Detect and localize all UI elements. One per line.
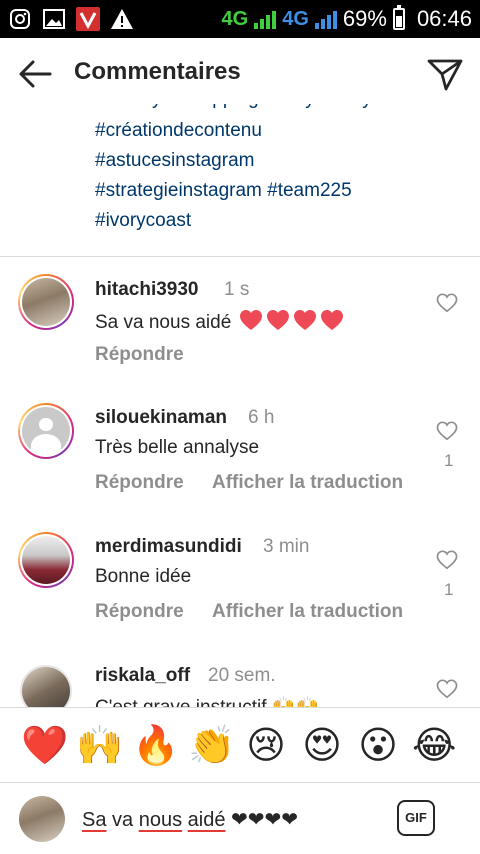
like-count[interactable]: 1: [444, 451, 453, 471]
status-bar-system: 4G 4G 69% 06:46: [222, 0, 472, 38]
warning-icon: [110, 7, 134, 31]
reply-button[interactable]: Répondre: [95, 601, 184, 623]
avatar[interactable]: [18, 274, 74, 330]
emoji-crying-button[interactable]: 😢: [244, 724, 288, 768]
spellcheck-word: nous: [138, 809, 183, 831]
comment-text: C'est grave instructif 🙌🙌: [95, 695, 319, 707]
emoji-clapping-button[interactable]: 👏: [188, 724, 235, 768]
battery-percent: 69%: [342, 6, 387, 31]
share-button[interactable]: [426, 56, 464, 92]
avatar-photo: [22, 536, 70, 584]
avatar[interactable]: [18, 532, 74, 588]
hashtag[interactable]: #astucesinstagram: [95, 146, 465, 176]
spellcheck-word: Sa: [82, 809, 107, 831]
avatar-photo: [22, 667, 70, 707]
like-heart-icon[interactable]: [436, 550, 458, 570]
red-heart-emoji-icon: [293, 310, 316, 330]
comment-time: 3 min: [263, 536, 310, 557]
comment-username[interactable]: hitachi3930: [95, 279, 199, 301]
emoji-raising-hands-button[interactable]: 🙌: [76, 724, 123, 768]
network-type-1: 4G: [221, 7, 249, 30]
comment-input[interactable]: Sa va nous aidé ❤❤❤❤: [82, 807, 298, 832]
gallery-icon: [42, 7, 66, 31]
hashtag-line[interactable]: #strategieinstagram #team225: [95, 176, 465, 206]
comments-header: Commentaires: [0, 38, 480, 110]
reply-button[interactable]: Répondre: [95, 344, 184, 366]
emoji-red-heart-button[interactable]: ❤️: [21, 724, 68, 768]
comment-text: Sa va nous aidé: [95, 309, 345, 334]
reply-button[interactable]: Répondre: [95, 472, 184, 494]
signal-bars-1-icon: [254, 9, 277, 29]
comment-input-bar: Sa va nous aidé ❤❤❤❤ GIF: [0, 783, 480, 854]
like-heart-icon[interactable]: [436, 293, 458, 313]
clock: 06:46: [416, 6, 472, 31]
comment-text: Bonne idée: [95, 566, 192, 587]
network-type-2: 4G: [282, 7, 309, 30]
page-title: Commentaires: [74, 58, 241, 85]
hashtag[interactable]: #créationdecontenu: [95, 116, 465, 146]
paper-plane-icon: [427, 59, 463, 91]
red-heart-emoji-icon: [266, 310, 289, 330]
input-hearts: ❤❤❤❤: [231, 809, 299, 831]
comment-time: 6 h: [248, 407, 275, 428]
translate-button[interactable]: Afficher la traduction: [212, 472, 403, 494]
status-bar-notifications: [8, 6, 134, 32]
arrow-left-icon: [19, 60, 52, 88]
avatar-photo: [22, 278, 70, 326]
instagram-icon: [8, 7, 32, 31]
emoji-surprised-button[interactable]: 😮: [356, 724, 400, 768]
red-heart-emoji-icon: [239, 310, 262, 330]
battery-icon: [392, 5, 405, 30]
avatar[interactable]: [20, 665, 72, 707]
spellcheck-word: aidé: [187, 809, 226, 831]
current-user-avatar: [19, 796, 65, 842]
red-heart-emoji-icon: [320, 310, 343, 330]
comment-time: 1 s: [224, 279, 250, 300]
like-heart-icon[interactable]: [436, 421, 458, 441]
post-caption: #tokenyavocopping #ivoryfactory #créatio…: [95, 104, 465, 250]
like-heart-icon[interactable]: [436, 679, 458, 699]
emoji-fire-button[interactable]: 🔥: [132, 724, 179, 768]
emoji-laughing-button[interactable]: 😂: [412, 724, 456, 768]
status-bar: 4G 4G 69% 06:46: [0, 0, 480, 38]
translate-button[interactable]: Afficher la traduction: [212, 601, 403, 623]
caption-cut-line: #tokenyavocopping #ivoryfactory: [95, 104, 465, 116]
back-button[interactable]: [16, 56, 54, 92]
comments-list[interactable]: hitachi3930 1 s Sa va nous aidé Répondre…: [0, 257, 480, 707]
like-count[interactable]: 1: [444, 580, 453, 600]
emoji-reaction-bar: ❤️ 🙌 🔥 👏 😢 😍 😮 😂: [0, 707, 480, 783]
red-heart-emoji-icons: [237, 310, 345, 333]
comment-username[interactable]: merdimasundidi: [95, 536, 242, 558]
avatar[interactable]: [18, 403, 74, 459]
vivo-app-icon: [76, 7, 100, 31]
comment-time: 20 sem.: [208, 665, 276, 686]
input-word: va: [112, 809, 134, 831]
hashtag[interactable]: #ivorycoast: [95, 206, 465, 236]
default-avatar-icon: [22, 407, 70, 455]
signal-bars-2-icon: [314, 9, 337, 29]
comment-username[interactable]: silouekinaman: [95, 407, 227, 429]
gif-button[interactable]: GIF: [397, 800, 435, 836]
comment-text: Très belle annalyse: [95, 437, 260, 458]
comment-username[interactable]: riskala_off: [95, 665, 190, 687]
emoji-heart-eyes-button[interactable]: 😍: [300, 724, 344, 768]
